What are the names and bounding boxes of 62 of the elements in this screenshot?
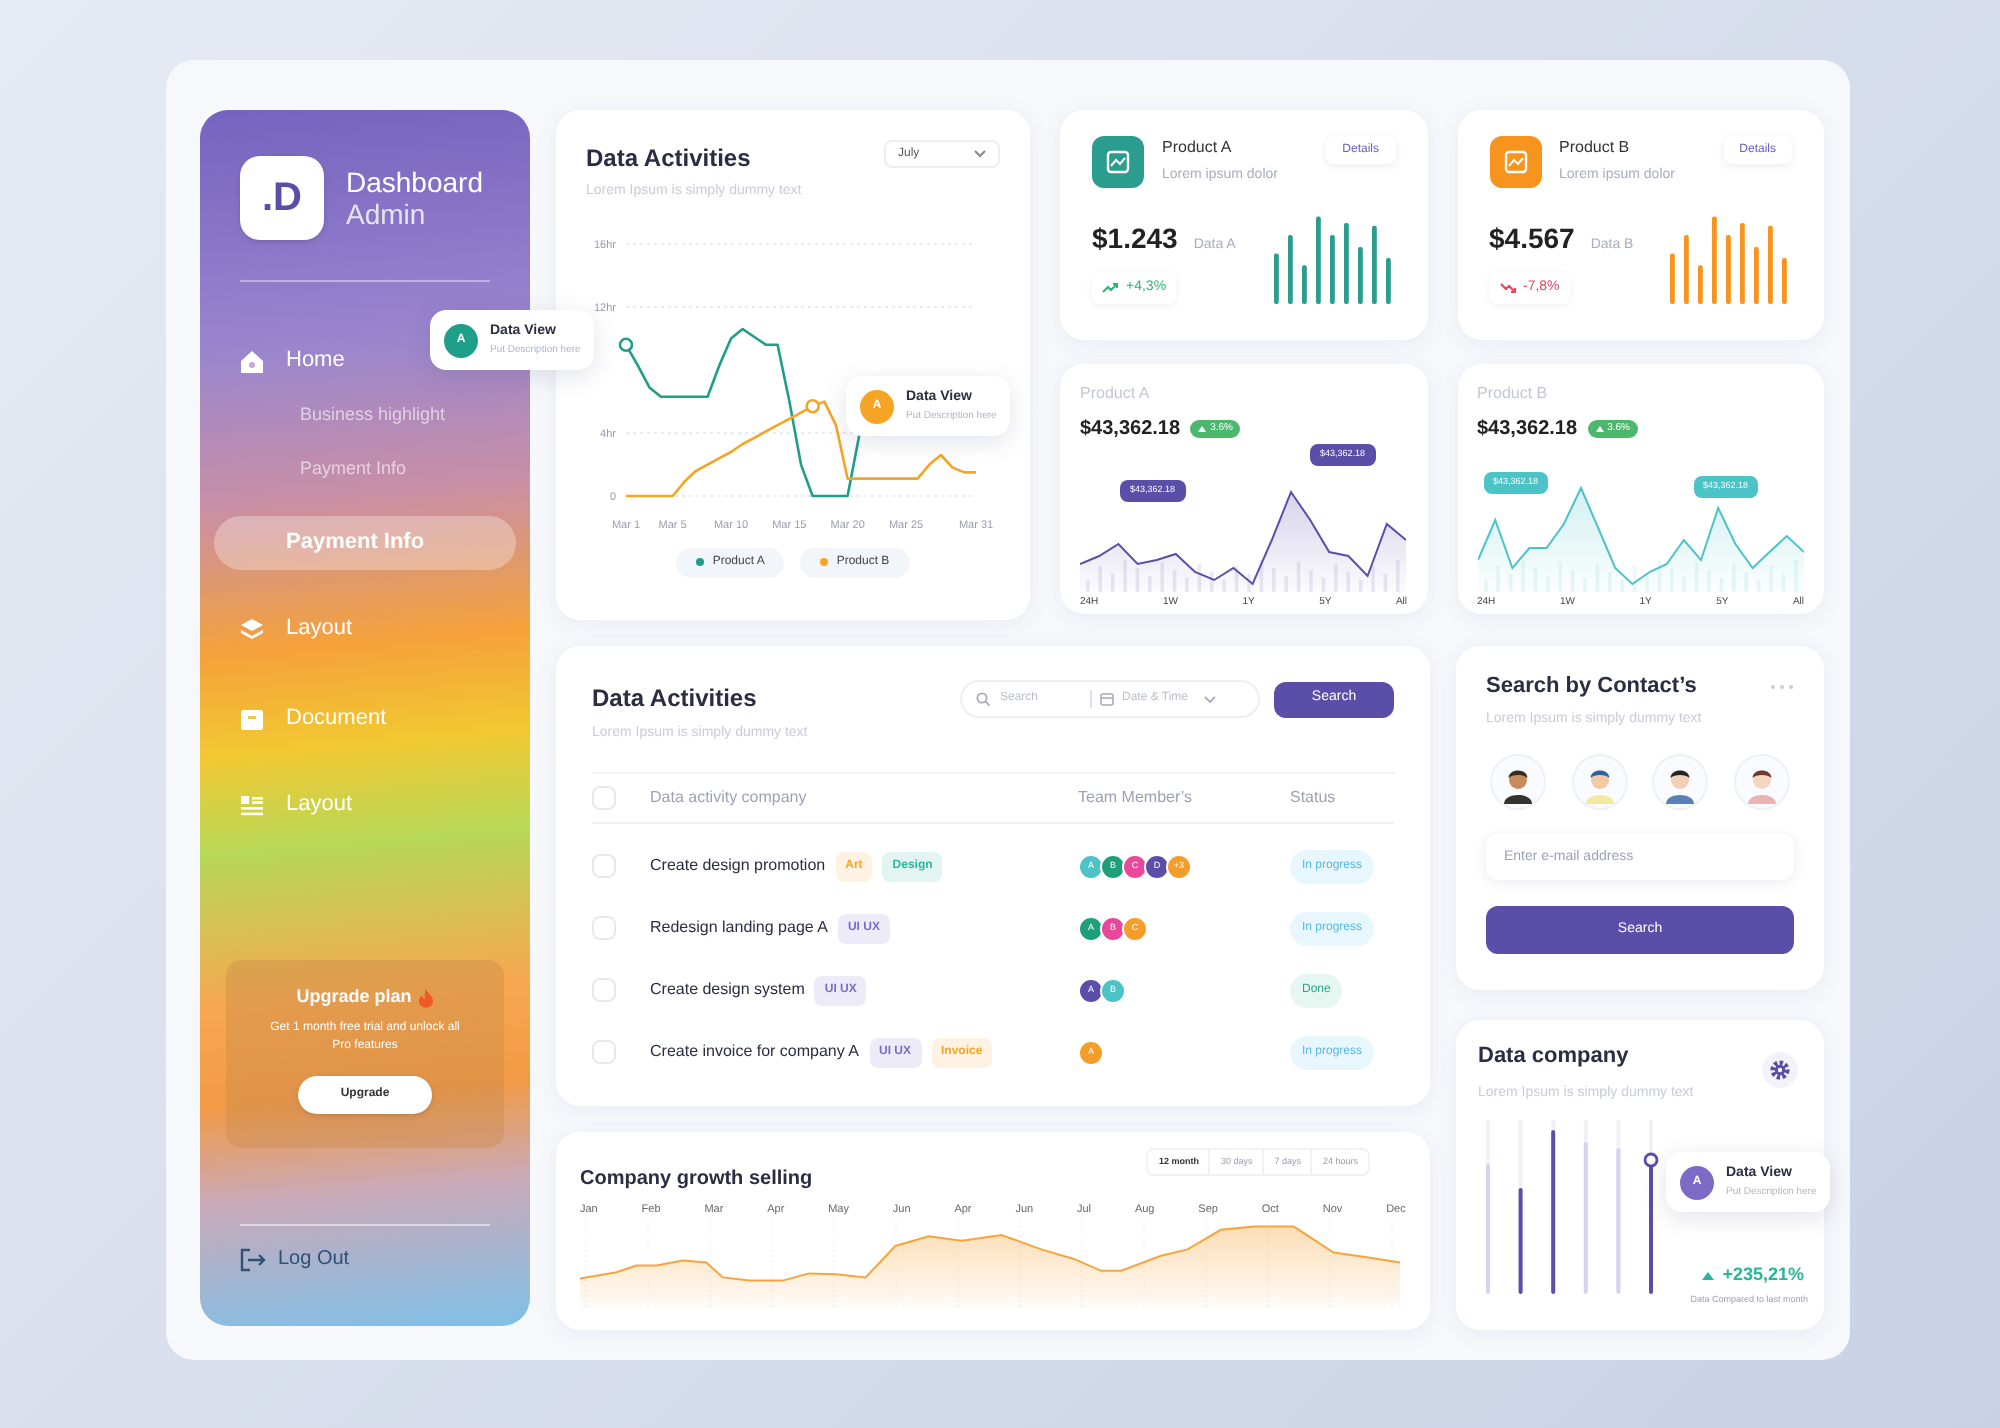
triangle-up-icon: [1595, 426, 1604, 432]
nav-item[interactable]: Document: [214, 692, 516, 746]
bar: [1259, 560, 1264, 592]
trend-up-icon: [1102, 281, 1118, 294]
app-subtitle: Admin: [346, 198, 428, 230]
card-title: Data company: [1478, 1042, 1631, 1072]
upgrade-title: Upgrade plan: [296, 984, 412, 1010]
card-title: Product B: [1559, 136, 1632, 160]
list-icon: [240, 793, 264, 817]
checkbox[interactable]: [592, 785, 616, 809]
app-title: Dashboard: [346, 166, 483, 198]
trend-down-icon: [1499, 281, 1515, 294]
submenu-item[interactable]: Business highlight: [240, 388, 490, 442]
card-title: Search by Contact’s: [1486, 672, 1697, 702]
person-avatar-icon: [1652, 754, 1709, 810]
card-title: Data Activities: [586, 142, 753, 176]
card-value: $43,362.18: [1080, 416, 1181, 444]
nav-item[interactable]: Layout: [214, 602, 516, 656]
calendar-icon: [1100, 692, 1114, 706]
triangle-up-icon: [1198, 426, 1207, 432]
card-title: Product A: [1080, 382, 1152, 406]
bar: [1197, 564, 1202, 592]
card-value: $4.567: [1489, 219, 1575, 257]
task-name: Create design system: [650, 978, 805, 1002]
column-header: Status: [1290, 785, 1338, 809]
layers-icon: [240, 617, 264, 641]
checkbox[interactable]: [592, 978, 616, 1002]
settings-icon: [1762, 1052, 1798, 1088]
search-icon: [976, 692, 990, 706]
card-title: Data Activities: [592, 682, 759, 716]
caret-icon: [974, 150, 986, 158]
nav-item[interactable]: Payment Info: [214, 516, 516, 570]
task-name: Redesign landing page A: [650, 916, 828, 940]
card-title: Product A: [1162, 136, 1234, 160]
bar: [1234, 566, 1239, 592]
card-title: Product B: [1477, 382, 1550, 406]
line-series: [624, 397, 978, 497]
person-avatar-icon: [1571, 754, 1628, 810]
person-avatar-icon: [1490, 754, 1546, 810]
nav-item[interactable]: Layout: [214, 778, 516, 832]
checkbox[interactable]: [592, 1040, 616, 1064]
change-value: +235,21%: [1722, 1262, 1804, 1288]
card-value: $43,362.18: [1477, 416, 1578, 444]
task-name: Create invoice for company A: [650, 1040, 859, 1064]
caret-icon: [1204, 695, 1217, 703]
column-header: Team Member’s: [1078, 785, 1195, 809]
task-name: Create design promotion: [650, 854, 826, 878]
flame-icon: [417, 987, 434, 1008]
logo: .D: [240, 156, 324, 240]
person-avatar-icon: [1733, 754, 1790, 810]
submenu-item[interactable]: Payment Info: [240, 442, 490, 496]
column-header: Data activity company: [650, 785, 809, 809]
home-icon: [240, 349, 264, 373]
logout-link[interactable]: Log Out: [240, 1244, 490, 1274]
card-value: $1.243: [1092, 219, 1178, 257]
checkbox[interactable]: [592, 854, 616, 878]
card-title: Company growth selling: [580, 1166, 813, 1194]
more-icon: [1770, 683, 1794, 690]
folder-icon: [240, 707, 264, 731]
checkbox[interactable]: [592, 916, 616, 940]
logout-icon: [240, 1247, 266, 1271]
triangle-up-icon: [1702, 1271, 1715, 1280]
